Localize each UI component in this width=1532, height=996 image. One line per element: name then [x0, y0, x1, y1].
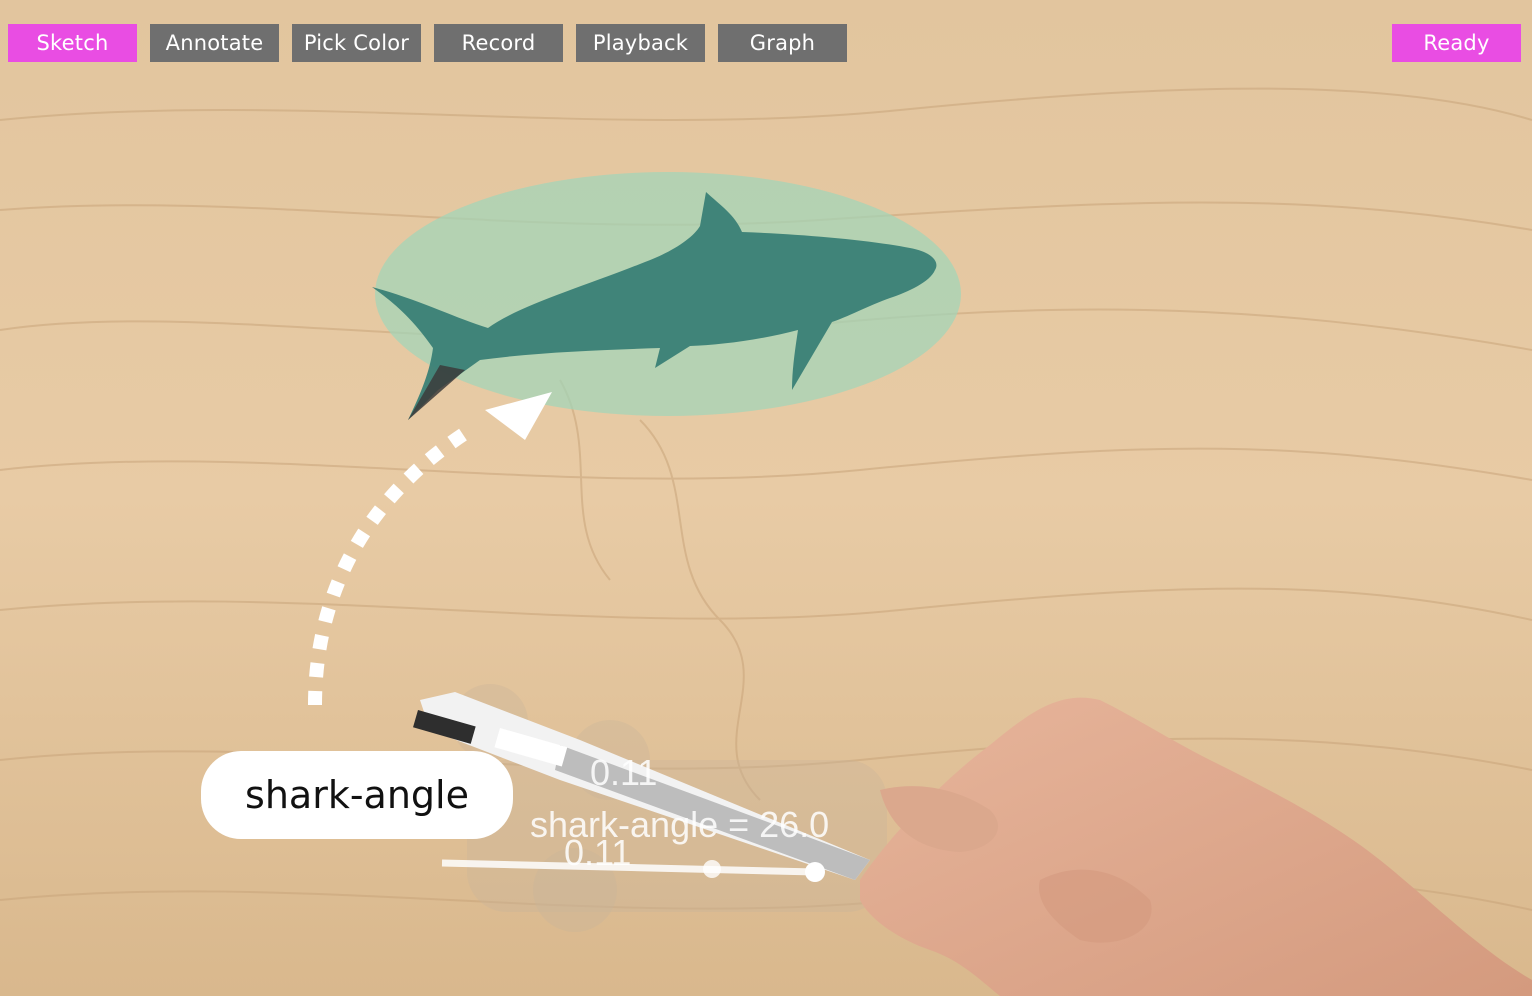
ar-camera-view[interactable]: Sketch Annotate Pick Color Record Playba… [0, 0, 1532, 996]
slider-min-value: 0.11 [564, 832, 632, 873]
annotate-button[interactable]: Annotate [150, 24, 279, 62]
pick-color-button[interactable]: Pick Color [292, 24, 421, 62]
ready-status-button[interactable]: Ready [1392, 24, 1521, 62]
record-button[interactable]: Record [434, 24, 563, 62]
sketch-button[interactable]: Sketch [8, 24, 137, 62]
camera-background [0, 0, 1532, 996]
graph-button[interactable]: Graph [718, 24, 847, 62]
slider-mid-handle[interactable] [703, 860, 721, 878]
playback-button[interactable]: Playback [576, 24, 705, 62]
slider-max-value: 0.11 [590, 752, 658, 793]
variable-label[interactable]: shark-angle [201, 751, 513, 839]
slider-handle[interactable] [805, 862, 825, 882]
